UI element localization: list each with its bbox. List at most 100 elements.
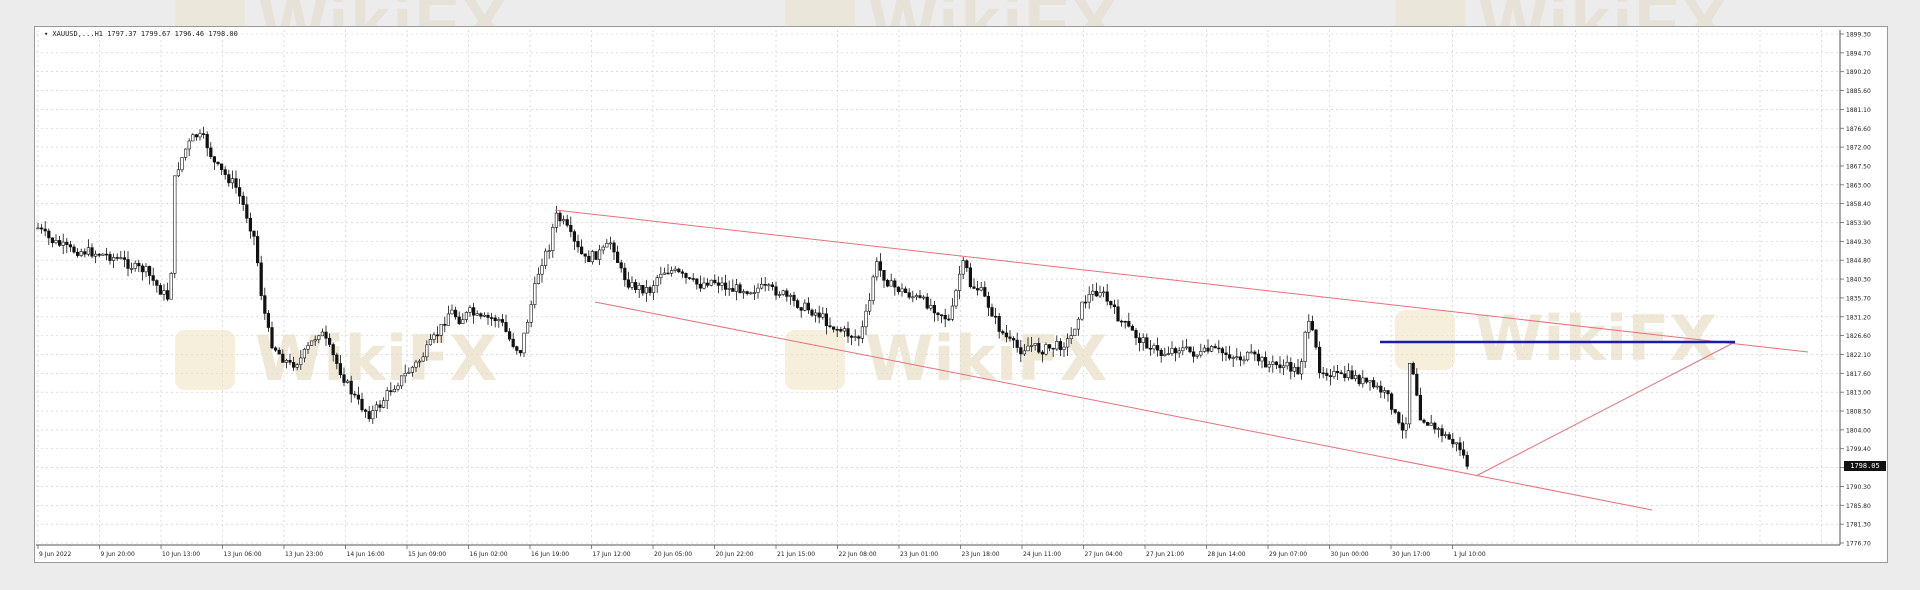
candle-body [148,266,152,276]
wikifx-logo-icon [785,330,845,390]
candle-body [921,296,926,299]
candle-body [356,394,361,400]
candle-body [353,393,357,396]
candle-body [227,174,231,184]
price-tick-label: 1840.30 [1846,277,1871,284]
candle-body [291,362,296,368]
candle-body [252,230,256,237]
price-tick-label: 1849.30 [1846,239,1871,246]
candle-body [238,187,242,197]
candle-body [1066,338,1070,348]
candle-body [1350,370,1354,379]
candle-body [1364,377,1368,383]
candle-body [425,344,429,358]
candle-body [1411,363,1415,375]
candle-body [918,295,922,298]
candle-body [1346,370,1350,378]
candle-body [565,219,569,226]
candle-body [687,277,692,279]
candle-body [788,294,792,297]
candle-body [713,279,717,284]
candle-body [907,292,911,298]
candle-body [623,267,627,281]
candle-body [1379,385,1383,393]
candle-body [695,278,699,285]
candle-body [1217,347,1221,350]
candle-body [749,292,753,295]
candle-body [342,374,346,383]
candle-body [1105,291,1109,302]
candle-body [223,169,227,175]
candle-body [317,335,321,340]
candle-body [133,262,137,269]
candle-body [849,335,854,338]
candle-body [745,291,749,294]
candle-body [198,133,202,138]
candle-body [1004,332,1008,338]
price-tick-label: 1785.80 [1846,503,1871,510]
candle-body [551,227,555,251]
candle-body [435,334,440,337]
candle-body [288,359,292,363]
candle-body [867,300,872,312]
candle-body [169,273,173,300]
candle-body [767,284,771,287]
candle-body [839,329,843,332]
candle-body [421,356,425,362]
price-chart[interactable]: WikiFX WikiFX WikiFX 1899.301894.701890.20… [0,0,1920,590]
candle-body [1213,346,1217,349]
candle-body [1465,454,1469,467]
candle-body [936,312,940,316]
candle-body [1235,356,1239,359]
price-tick-label: 1831.20 [1846,314,1871,321]
candle-body [637,284,641,290]
candle-body [1026,345,1030,352]
candle-body [792,294,796,301]
candle-body [61,241,65,246]
candle-body [385,390,389,402]
candle-body [828,325,832,328]
time-tick-label: 16 Jun 02:00 [470,551,508,558]
price-tick-label: 1822.10 [1846,352,1871,359]
time-tick-label: 23 Jun 18:00 [962,551,1000,558]
candle-body [684,273,688,278]
candle-body [1123,320,1127,323]
candle-body [1332,370,1336,377]
candle-body [281,353,285,363]
candle-body [1426,422,1430,426]
candle-body [1037,343,1041,353]
candle-body [266,313,271,328]
candle-body [166,290,170,300]
candle-body [1210,346,1214,352]
time-tick-label: 20 Jun 05:00 [654,551,692,558]
candle-body [443,323,447,326]
candle-body [432,334,436,340]
candle-body [1192,351,1196,357]
candle-body [1145,337,1149,349]
candle-body [770,284,774,287]
candle-body [1285,362,1289,367]
candle-body [162,290,166,295]
price-tick-label: 1881.10 [1846,107,1871,114]
candle-body [1415,373,1419,396]
candle-body [299,357,303,366]
time-tick-label: 28 Jun 14:00 [1208,551,1246,558]
candle-body [1393,409,1397,413]
candle-body [947,318,951,321]
price-tick-label: 1790.30 [1846,484,1871,491]
candle-body [1138,337,1142,343]
candle-body [446,313,451,326]
candle-body [608,242,612,245]
candle-body [1296,366,1300,375]
candle-body [626,279,630,288]
candle-body [659,274,663,278]
candle-body [842,328,846,332]
candle-body [630,282,634,288]
candle-body [1444,434,1448,436]
candle-body [579,246,584,255]
candle-body [511,338,515,347]
candle-body [504,322,508,332]
candle-body [36,227,40,230]
candle-body [1451,438,1455,445]
candle-body [187,140,191,150]
